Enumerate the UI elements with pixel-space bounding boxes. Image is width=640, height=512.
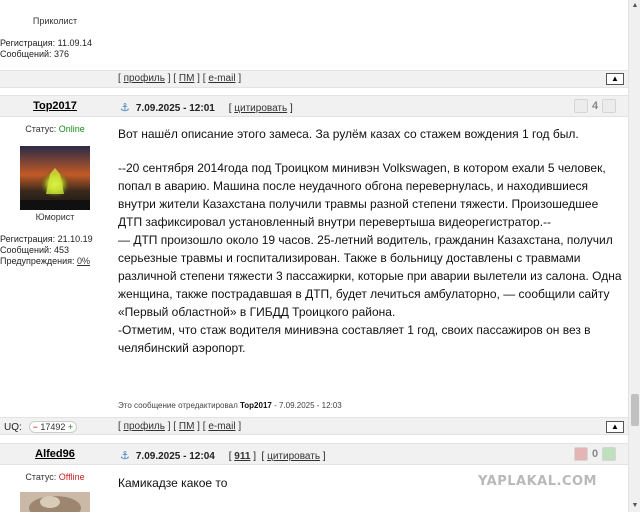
- scroll-to-top-icon[interactable]: ▲: [606, 73, 624, 85]
- post2-minus-count[interactable]: 911: [234, 451, 250, 462]
- post2-date: 7.09.2025 - 12:04: [135, 451, 215, 462]
- post1-paragraph: — ДТП произошло около 19 часов. 25-летни…: [118, 233, 622, 319]
- thumb-up-icon[interactable]: [602, 447, 617, 461]
- prev-links: [ профиль ] [ ПМ ] [ e-mail ]: [118, 73, 242, 84]
- post1-rank: Юморист: [35, 212, 75, 222]
- uq-badge: − 17492 +: [28, 421, 78, 433]
- anchor-icon[interactable]: ⚓: [120, 102, 130, 114]
- email-link[interactable]: e-mail: [208, 421, 235, 432]
- avatar-image: [20, 492, 90, 512]
- uq-minus-icon[interactable]: −: [33, 422, 38, 432]
- warnings-value[interactable]: 0%: [77, 256, 90, 266]
- post2-status: Статус: Offline: [0, 472, 110, 482]
- forum-page: Приколист Регистрация: 11.09.14 Сообщени…: [0, 0, 628, 512]
- status-value: Online: [58, 124, 85, 134]
- watermark: YAPLAKAL.COM: [478, 474, 597, 489]
- edited-user: Top2017: [239, 401, 272, 410]
- post1-warnings: Предупреждения: 0%: [0, 256, 110, 267]
- prev-user-messages: Сообщений: 376: [0, 49, 70, 59]
- page-scrollbar[interactable]: ▲ ▼: [628, 0, 640, 512]
- post1-date: 7.09.2025 - 12:01: [135, 103, 215, 114]
- post2-vote-count: 0: [592, 448, 599, 460]
- post2-head: ⚓ 7.09.2025 - 12:04 [ 911 ] [ цитировать …: [120, 450, 326, 462]
- post2-vote-box: 0: [574, 447, 617, 461]
- scroll-up-arrow-icon[interactable]: ▲: [629, 0, 640, 12]
- post1-quote-link[interactable]: цитировать: [234, 103, 287, 114]
- post1-author[interactable]: Top2017: [0, 100, 110, 112]
- uq-label: UQ:: [4, 422, 22, 433]
- post1-vote-count: 4: [592, 100, 599, 112]
- thumb-down-icon[interactable]: [574, 447, 588, 461]
- avatar-image: [20, 146, 90, 210]
- anchor-icon[interactable]: ⚓: [120, 450, 130, 462]
- post2-header-bar: Alfed96 ⚓ 7.09.2025 - 12:04 [ 911 ] [ цит…: [0, 443, 628, 465]
- post1-avatar[interactable]: [20, 146, 90, 210]
- prev-user-registration: Регистрация: 11.09.14: [0, 38, 92, 48]
- post2-user-info: Статус: Offline: [0, 472, 110, 482]
- status-label: Статус:: [25, 472, 57, 482]
- prev-links-bar: [ профиль ] [ ПМ ] [ e-mail ] ▲: [0, 70, 628, 88]
- thumb-up-icon[interactable]: [602, 99, 617, 113]
- post1-paragraph: Вот нашёл описание этого замеса. За рулё…: [118, 127, 579, 141]
- post1-head: ⚓ 7.09.2025 - 12:01 [ цитировать ]: [120, 102, 293, 114]
- scroll-down-arrow-icon[interactable]: ▼: [629, 500, 640, 512]
- post1-uq: UQ: − 17492 +: [4, 421, 78, 433]
- post1-messages: Сообщений: 453: [0, 245, 70, 255]
- scroll-to-top-icon[interactable]: ▲: [606, 421, 624, 433]
- post1-links: [ профиль ] [ ПМ ] [ e-mail ]: [118, 421, 242, 432]
- post2-quote-link[interactable]: цитировать: [267, 451, 320, 462]
- post1-status: Статус: Online: [0, 124, 110, 134]
- post1-paragraph: --20 сентября 2014года под Троицком мини…: [118, 161, 606, 229]
- prev-user-rank: Приколист: [32, 16, 78, 26]
- thumb-down-icon[interactable]: [574, 99, 588, 113]
- scrollbar-thumb[interactable]: [631, 394, 639, 426]
- warnings-label: Предупреждения:: [0, 256, 75, 266]
- pm-link[interactable]: ПМ: [179, 421, 195, 432]
- post1-paragraph: -Отметим, что стаж водителя минивэна сос…: [118, 323, 591, 355]
- post1-body: Вот нашёл описание этого замеса. За рулё…: [118, 125, 624, 357]
- post2-author[interactable]: Alfed96: [0, 448, 110, 460]
- edited-date: - 7.09.2025 - 12:03: [274, 401, 342, 410]
- edited-prefix: Это сообщение отредактировал: [118, 401, 238, 410]
- status-value: Offline: [58, 472, 85, 482]
- pm-link[interactable]: ПМ: [179, 73, 195, 84]
- post1-links-bar: UQ: − 17492 + [ профиль ] [ ПМ ] [ e-mai…: [0, 417, 628, 435]
- uq-plus-icon[interactable]: +: [68, 422, 73, 432]
- uq-value: 17492: [40, 422, 66, 432]
- post1-edited-note: Это сообщение отредактировал Top2017 - 7…: [118, 401, 342, 410]
- profile-link[interactable]: профиль: [124, 73, 165, 84]
- post1-user-meta: Юморист Регистрация: 21.10.19 Сообщений:…: [0, 212, 110, 267]
- post1-paragraph: [118, 143, 624, 159]
- email-link[interactable]: e-mail: [208, 73, 235, 84]
- profile-link[interactable]: профиль: [124, 421, 165, 432]
- post1-vote-box: 4: [574, 99, 617, 113]
- post1-header-bar: Top2017 ⚓ 7.09.2025 - 12:01 [ цитировать …: [0, 95, 628, 117]
- post1-user-info: Статус: Online: [0, 124, 110, 134]
- status-label: Статус:: [25, 124, 57, 134]
- post2-avatar[interactable]: [20, 492, 90, 512]
- post1-registration: Регистрация: 21.10.19: [0, 234, 93, 244]
- prev-user-info: Приколист Регистрация: 11.09.14 Сообщени…: [0, 16, 110, 60]
